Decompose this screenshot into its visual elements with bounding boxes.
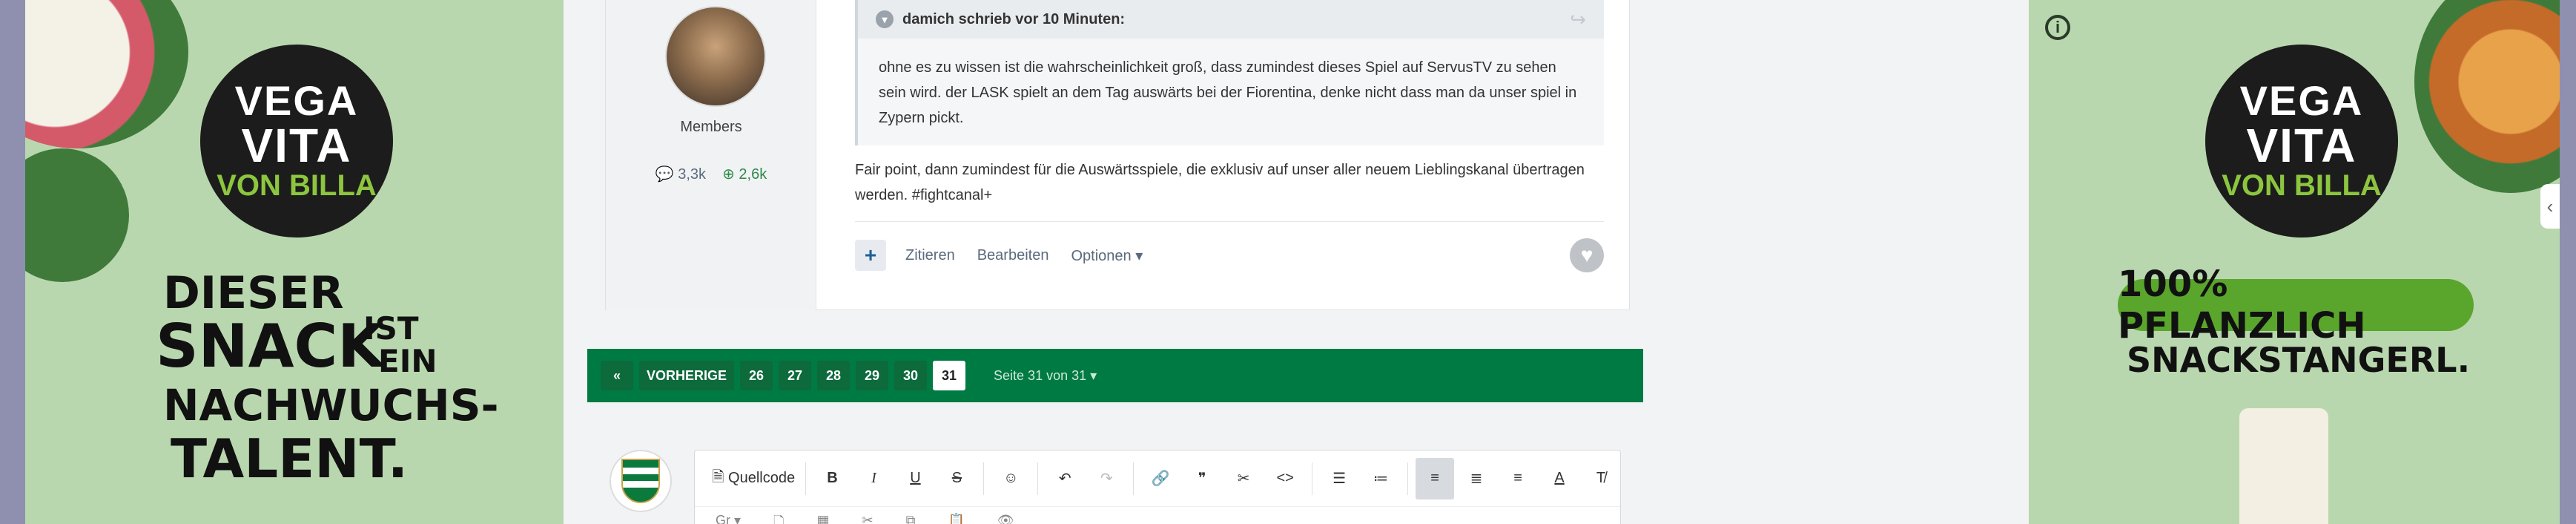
author-avatar[interactable] bbox=[665, 6, 766, 107]
plus-circle-icon: ⊕ bbox=[722, 166, 735, 183]
caret-down-icon: ▾ bbox=[1090, 367, 1097, 383]
toolbar-separator bbox=[1407, 462, 1409, 495]
ad-info-icon[interactable]: i bbox=[2045, 15, 2070, 40]
edit-button[interactable]: Bearbeiten bbox=[977, 247, 1049, 264]
align-right-icon[interactable]: ≡ bbox=[1499, 458, 1537, 500]
ad-leaf-image bbox=[25, 148, 129, 282]
post-text: Fair point, dann zumindest für die Auswä… bbox=[855, 162, 1585, 203]
member-group: Members bbox=[680, 119, 742, 135]
emoji-icon[interactable]: ☺ bbox=[991, 458, 1030, 500]
editor-toolbar: 🗎 Quellcode B I U S ☺ ↶ ↷ 🔗 ❞ ✂ <> ☰ ≔ ≡… bbox=[695, 451, 1620, 507]
ad-wrap-image bbox=[2414, 0, 2560, 193]
italic-button[interactable]: I bbox=[854, 458, 893, 500]
toolbar-separator bbox=[1133, 462, 1135, 495]
ad-slogan-ein: EIN bbox=[378, 343, 437, 379]
chevron-down-icon[interactable]: ▾ bbox=[876, 10, 894, 28]
ad-claim-pill: 100% PFLANZLICH bbox=[2118, 263, 2474, 347]
text-color-icon[interactable]: A bbox=[1540, 458, 1579, 500]
table-icon[interactable]: ▦ bbox=[817, 513, 830, 524]
copy-icon[interactable]: ⧉ bbox=[906, 513, 916, 524]
undo-icon[interactable]: ↶ bbox=[1046, 458, 1084, 500]
source-button[interactable]: 🗎 Quellcode bbox=[710, 458, 798, 500]
comment-icon: 💬 bbox=[655, 166, 674, 183]
page-30[interactable]: 30 bbox=[894, 361, 928, 390]
document-icon: 🗎 bbox=[712, 468, 724, 485]
page-background-right bbox=[2560, 0, 2576, 524]
pagination-bar: « VORHERIGE 26 27 28 29 30 31 Seite 31 v… bbox=[587, 349, 1643, 402]
quote-text: ohne es zu wissen ist die wahrscheinlich… bbox=[879, 59, 1577, 126]
redo-icon[interactable]: ↷ bbox=[1087, 458, 1126, 500]
paste-icon[interactable]: 📋 bbox=[948, 513, 965, 524]
reputation-count[interactable]: ⊕ 2,6k bbox=[722, 165, 767, 183]
ad-collapse-tab[interactable]: ‹ bbox=[2540, 184, 2560, 229]
first-page-button[interactable]: « bbox=[601, 361, 633, 390]
bold-button[interactable]: B bbox=[813, 458, 851, 500]
current-user-avatar[interactable] bbox=[610, 450, 672, 512]
ad-slogan-ist: IST bbox=[363, 310, 419, 347]
toolbar-separator bbox=[983, 462, 985, 495]
spoiler-icon[interactable]: ✂ bbox=[1224, 458, 1263, 500]
vega-vita-logo: VEGA VITA VON BILLA bbox=[200, 45, 393, 238]
page-28[interactable]: 28 bbox=[817, 361, 851, 390]
author-stats: 💬 3,3k ⊕ 2,6k bbox=[606, 165, 816, 183]
underline-button[interactable]: U bbox=[896, 458, 934, 500]
share-arrow-icon[interactable]: ↪ bbox=[1570, 8, 1586, 31]
ad-product-name: SNACKSTANGERL. bbox=[2127, 340, 2471, 380]
post-author-panel: Members 💬 3,3k ⊕ 2,6k bbox=[606, 0, 816, 310]
ad-slogan-line2: SNACK bbox=[156, 312, 384, 381]
quote-header: ▾ damich schrieb vor 10 Minuten: ↪ bbox=[858, 0, 1604, 39]
ad-slogan-line3: NACHWUCHS- bbox=[163, 380, 499, 430]
post-divider bbox=[855, 221, 1604, 222]
numbered-list-icon[interactable]: ☰ bbox=[1320, 458, 1358, 500]
page-26[interactable]: 26 bbox=[740, 361, 773, 390]
page-background-left bbox=[0, 0, 25, 524]
ad-slogan-line4: TALENT. bbox=[171, 428, 409, 490]
page-jump-menu[interactable]: Seite 31 von 31 ▾ bbox=[994, 368, 1097, 384]
preview-icon[interactable]: 👁 bbox=[997, 513, 1014, 524]
page-27[interactable]: 27 bbox=[779, 361, 812, 390]
format-select[interactable]: Gr ▾ bbox=[716, 513, 741, 524]
code-icon[interactable]: <> bbox=[1266, 458, 1304, 500]
right-advertisement[interactable]: i VEGA VITA VON BILLA 100% PFLANZLICH SN… bbox=[2029, 0, 2560, 524]
left-advertisement[interactable]: VEGA VITA VON BILLA DIESER SNACK IST EIN… bbox=[25, 0, 564, 524]
insert-document-icon[interactable]: 🗋 bbox=[773, 513, 784, 524]
caret-down-icon: ▾ bbox=[1135, 247, 1143, 264]
toolbar-separator bbox=[805, 462, 806, 495]
options-menu[interactable]: Optionen ▾ bbox=[1071, 246, 1143, 265]
link-icon[interactable]: 🔗 bbox=[1141, 458, 1180, 500]
align-left-icon[interactable]: ≡ bbox=[1416, 457, 1455, 500]
forum-post: Members 💬 3,3k ⊕ 2,6k ▾ damich schrieb v… bbox=[605, 0, 1630, 310]
editor-toolbar-row2: Gr ▾ 🗋 ▦ ✂ ⧉ 📋 👁 bbox=[695, 507, 1620, 524]
quote-icon[interactable]: ❞ bbox=[1183, 458, 1221, 500]
align-center-icon[interactable]: ≣ bbox=[1457, 458, 1496, 500]
quote-block: ▾ damich schrieb vor 10 Minuten: ↪ ohne … bbox=[855, 0, 1604, 145]
vega-vita-logo-right: VEGA VITA VON BILLA bbox=[2205, 45, 2398, 238]
post-count[interactable]: 💬 3,3k bbox=[655, 165, 706, 183]
cut-icon[interactable]: ✂ bbox=[862, 513, 873, 524]
clear-format-icon[interactable]: T̸ bbox=[1582, 458, 1620, 500]
ad-food-image bbox=[25, 0, 188, 148]
bullet-list-icon[interactable]: ≔ bbox=[1361, 458, 1400, 500]
forum-content: Members 💬 3,3k ⊕ 2,6k ▾ damich schrieb v… bbox=[564, 0, 2029, 524]
post-actions: + Zitieren Bearbeiten Optionen ▾ ♥ bbox=[855, 238, 1604, 272]
toolbar-separator bbox=[1037, 462, 1039, 495]
reply-editor[interactable]: 🗎 Quellcode B I U S ☺ ↶ ↷ 🔗 ❞ ✂ <> ☰ ≔ ≡… bbox=[694, 450, 1621, 524]
quote-button[interactable]: Zitieren bbox=[905, 247, 955, 264]
like-heart-icon[interactable]: ♥ bbox=[1570, 238, 1604, 272]
ad-product-pack bbox=[2239, 408, 2328, 524]
page-31-current[interactable]: 31 bbox=[933, 361, 966, 390]
multiquote-button[interactable]: + bbox=[855, 240, 886, 271]
page-29[interactable]: 29 bbox=[856, 361, 889, 390]
strikethrough-button[interactable]: S bbox=[937, 458, 976, 500]
club-crest-icon bbox=[621, 459, 660, 503]
previous-page-button[interactable]: VORHERIGE bbox=[639, 361, 735, 390]
